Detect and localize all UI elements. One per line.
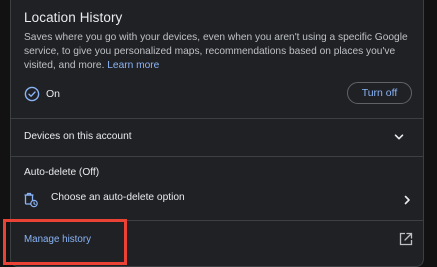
chevron-down-icon xyxy=(394,134,404,140)
manage-history-row[interactable]: Manage history xyxy=(11,222,423,258)
learn-more-link[interactable]: Learn more xyxy=(107,60,159,71)
card-title: Location History xyxy=(24,10,123,25)
location-history-card: Location History Saves where you go with… xyxy=(10,0,424,267)
auto-delete-title: Auto-delete (Off) xyxy=(24,167,100,178)
divider xyxy=(11,220,423,221)
card-description: Saves where you go with your devices, ev… xyxy=(24,31,419,73)
devices-label: Devices on this account xyxy=(24,131,132,142)
auto-delete-option-row[interactable]: Choose an auto-delete option xyxy=(11,184,423,214)
devices-on-account-row[interactable]: Devices on this account xyxy=(11,119,423,155)
status-label: On xyxy=(46,88,61,100)
divider xyxy=(11,156,423,157)
description-text: Saves where you go with your devices, ev… xyxy=(24,32,408,71)
status-row: On Turn off xyxy=(24,82,414,106)
open-in-new-icon xyxy=(399,232,413,246)
auto-delete-icon xyxy=(24,192,38,208)
auto-delete-option-label: Choose an auto-delete option xyxy=(51,192,185,203)
turn-off-button[interactable]: Turn off xyxy=(347,82,412,104)
manage-history-link[interactable]: Manage history xyxy=(24,234,91,245)
chevron-right-icon xyxy=(404,195,410,205)
check-circle-icon xyxy=(24,86,40,102)
